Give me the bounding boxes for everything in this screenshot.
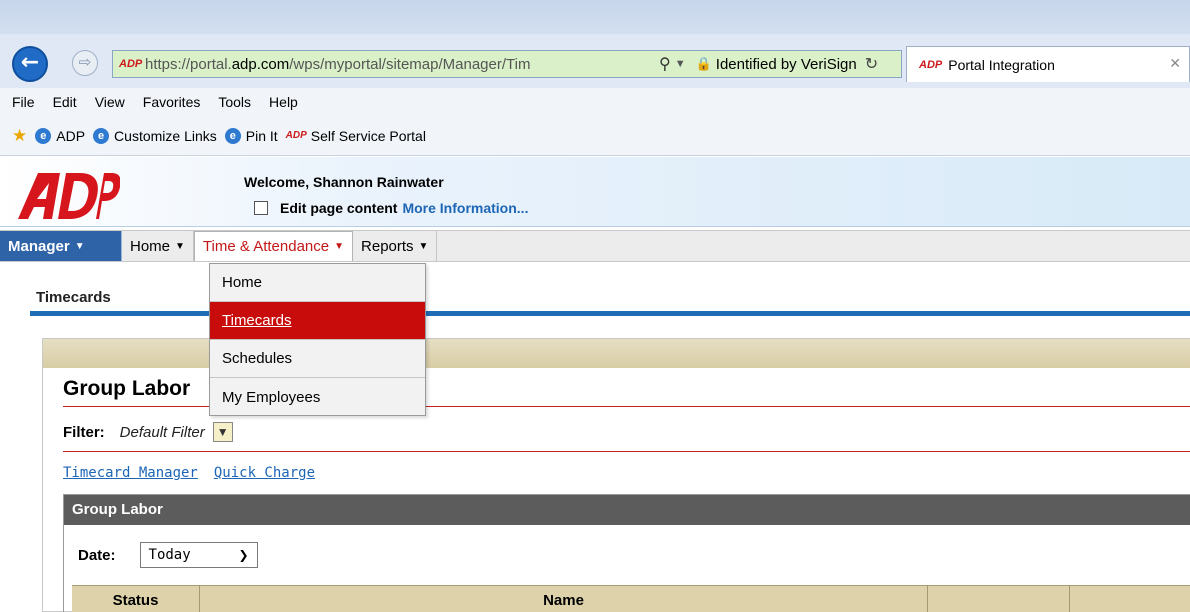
edit-page-row: Edit page content More Information...	[254, 200, 528, 216]
date-select[interactable]: Today ❯	[139, 542, 258, 568]
adp-logo[interactable]	[16, 167, 120, 221]
menu-view[interactable]: View	[95, 94, 125, 110]
lock-icon: 🔒	[695, 56, 712, 71]
favorite-link-adp[interactable]: e ADP	[35, 127, 86, 144]
filter-row: Filter: Default Filter ▼	[63, 422, 233, 442]
group-labor-grid: Group Labor Date: Today ❯ Status Name	[63, 494, 1190, 612]
portal-navbar: Manager ▼ Home ▼ Time & Attendance ▼ Rep…	[0, 230, 1190, 262]
nav-time-attendance-label: Time & Attendance	[202, 238, 330, 255]
column-header-name[interactable]: Name	[200, 586, 928, 612]
ie-icon: e	[93, 127, 110, 144]
chevron-down-icon: ❯	[238, 548, 249, 562]
dropdown-item-schedules[interactable]: Schedules	[210, 340, 425, 378]
column-header-blank	[928, 586, 1070, 612]
nav-reports-label: Reports	[361, 237, 414, 255]
favorite-label: ADP	[56, 127, 86, 144]
quick-charge-link[interactable]: Quick Charge	[214, 465, 315, 481]
table-header-row: Status Name	[72, 585, 1190, 612]
nav-home[interactable]: Home ▼	[122, 231, 194, 261]
dropdown-item-label: Timecards	[222, 312, 292, 329]
close-icon[interactable]: ✕	[1169, 55, 1181, 72]
favorite-link-pin-it[interactable]: e Pin It	[224, 127, 278, 144]
edit-page-checkbox[interactable]	[254, 201, 268, 215]
menu-edit[interactable]: Edit	[53, 94, 77, 110]
titlebar-strip	[0, 0, 1190, 34]
favorite-label: Customize Links	[114, 127, 217, 144]
title-divider	[30, 311, 1190, 316]
favorite-label: Self Service Portal	[310, 127, 426, 144]
ie-icon: e	[35, 127, 52, 144]
filter-value: Default Filter	[119, 423, 205, 441]
chevron-down-icon: ▼	[418, 240, 429, 252]
favorites-bar: ★ e ADP e Customize Links e Pin It ADP S…	[0, 116, 1190, 156]
url-text[interactable]: https://portal.adp.com/wps/myportal/site…	[145, 56, 655, 73]
action-links: Timecard Manager Quick Charge	[63, 465, 331, 481]
column-header-blank	[1070, 586, 1190, 612]
favorites-star-icon[interactable]: ★	[12, 126, 27, 146]
grid-title: Group Labor	[64, 495, 1190, 525]
dropdown-item-label: My Employees	[222, 388, 321, 406]
adp-favicon-icon: ADP	[119, 58, 143, 70]
browser-tab[interactable]: ADP Portal Integration ✕	[906, 46, 1190, 82]
filter-label: Filter:	[63, 423, 105, 441]
tab-title: Portal Integration	[948, 56, 1055, 73]
chevron-down-icon: ▼	[74, 240, 85, 252]
dropdown-item-my-employees[interactable]: My Employees	[210, 378, 425, 416]
filter-funnel-icon[interactable]: ▼	[212, 422, 233, 442]
dropdown-item-timecards[interactable]: Timecards	[210, 302, 425, 340]
edit-page-label: Edit page content	[280, 200, 398, 216]
nav-home-label: Home	[130, 237, 171, 255]
menu-tools[interactable]: Tools	[218, 94, 251, 110]
address-bar[interactable]: ADP https://portal.adp.com/wps/myportal/…	[112, 50, 902, 78]
page-title: Timecards	[36, 289, 111, 306]
menu-help[interactable]: Help	[269, 94, 298, 110]
more-information-link[interactable]: More Information...	[402, 200, 528, 216]
nav-time-attendance[interactable]: Time & Attendance ▼	[193, 231, 354, 261]
favorite-label: Pin It	[245, 127, 278, 144]
favorite-link-customize[interactable]: e Customize Links	[93, 127, 217, 144]
portal-header: Welcome, Shannon Rainwater Edit page con…	[0, 157, 1190, 227]
nav-manager[interactable]: Manager ▼	[0, 231, 122, 261]
chevron-down-icon: ▼	[175, 240, 185, 252]
browser-menubar: File Edit View Favorites Tools Help	[0, 88, 1190, 116]
search-icon[interactable]: ⚲	[659, 54, 671, 74]
column-header-status[interactable]: Status	[72, 586, 200, 612]
menu-favorites[interactable]: Favorites	[143, 94, 201, 110]
ie-icon: e	[224, 127, 241, 144]
date-select-value: Today	[148, 547, 191, 563]
adp-favicon-icon: ADP	[919, 58, 943, 71]
timecard-manager-link[interactable]: Timecard Manager	[63, 465, 198, 481]
favorite-link-self-service[interactable]: ADP Self Service Portal	[286, 128, 426, 144]
chevron-down-icon[interactable]: ▼	[675, 58, 686, 70]
back-arrow-icon[interactable]: ←	[12, 46, 48, 82]
date-label: Date:	[78, 546, 116, 564]
time-attendance-dropdown: Home Timecards Schedules My Employees	[209, 263, 426, 416]
nav-reports[interactable]: Reports ▼	[353, 231, 438, 261]
refresh-icon[interactable]: ↻	[865, 54, 878, 74]
section-heading: Group Labor	[63, 377, 191, 400]
dropdown-item-home[interactable]: Home	[210, 264, 425, 302]
forward-arrow-icon[interactable]: ⇨	[72, 50, 98, 76]
filter-divider	[63, 451, 1190, 452]
adp-favicon-icon: ADP	[285, 130, 307, 141]
dropdown-item-label: Home	[222, 274, 263, 291]
dropdown-item-label: Schedules	[222, 350, 293, 367]
welcome-text: Welcome, Shannon Rainwater	[244, 174, 444, 190]
date-row: Date: Today ❯	[78, 542, 258, 568]
chevron-down-icon: ▼	[334, 241, 345, 252]
site-identity[interactable]: Identified by VeriSign	[716, 56, 857, 73]
nav-manager-label: Manager	[8, 237, 70, 255]
menu-file[interactable]: File	[12, 94, 35, 110]
